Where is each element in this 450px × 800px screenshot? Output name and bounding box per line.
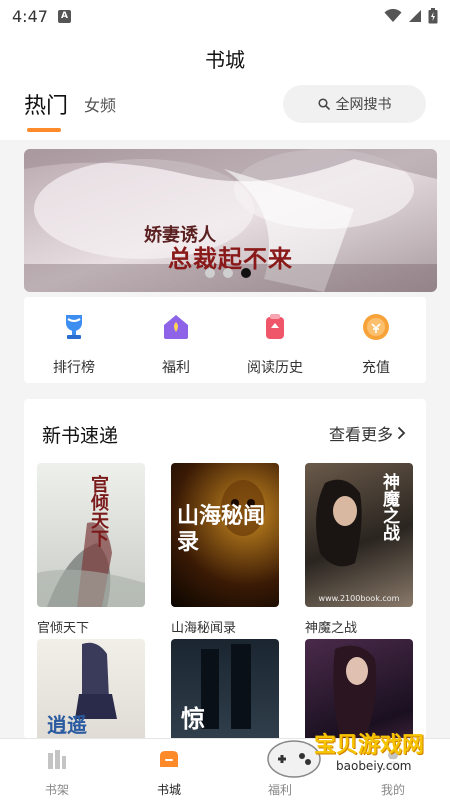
watermark-url: baobeiy.com xyxy=(330,759,418,773)
tab-bookstore[interactable]: 书城 xyxy=(134,747,204,798)
book-title: 神魔之战 xyxy=(305,621,358,636)
battery-icon xyxy=(428,8,438,24)
tab-label: 书架 xyxy=(44,783,69,797)
watermark: 宝贝游戏网 baobeiy.com xyxy=(266,727,446,783)
quick-link-welfare[interactable]: 福利 xyxy=(131,311,221,377)
header: 书城 热门 女频 全网搜书 xyxy=(0,32,450,140)
book-card[interactable]: 逍遥 xyxy=(37,639,145,739)
status-time: 4:47 xyxy=(12,6,48,26)
status-icons xyxy=(384,8,438,24)
tab-hot[interactable]: 热门 xyxy=(24,88,68,120)
book-card[interactable]: 惊 xyxy=(171,639,279,739)
history-icon xyxy=(266,314,284,339)
quick-link-recharge[interactable]: 充值 xyxy=(331,311,421,377)
tab-female[interactable]: 女频 xyxy=(84,92,116,116)
quick-link-history[interactable]: 阅读历史 xyxy=(230,311,320,377)
wifi-icon xyxy=(384,9,402,22)
book-cover: 神魔之战 www.2100book.com xyxy=(305,463,413,607)
coin-icon xyxy=(363,314,389,340)
tab-label: 我的 xyxy=(380,783,405,797)
bookshelf-icon xyxy=(48,750,66,769)
new-books-section: 新书速递 查看更多 官倾天下 官倾天下 山海秘闻录 山海秘闻录 神魔之战 www… xyxy=(24,399,426,739)
book-cover-title: 官倾天下 xyxy=(88,475,109,547)
view-more-link[interactable]: 查看更多 xyxy=(329,421,406,445)
book-cover: 惊 xyxy=(171,639,279,739)
book-card[interactable]: 山海秘闻录 山海秘闻录 xyxy=(171,463,279,636)
section-title: 新书速递 xyxy=(42,425,119,447)
tab-label: 书城 xyxy=(156,783,181,797)
book-cover-title: 逍遥 xyxy=(47,713,87,737)
carousel-dot[interactable] xyxy=(223,268,233,278)
quick-link-ranking[interactable]: 排行榜 xyxy=(29,311,119,377)
book-cover-title: 山海秘闻录 xyxy=(177,503,266,555)
tab-active-indicator xyxy=(27,128,61,132)
watermark-text: 宝贝游戏网 xyxy=(314,733,425,758)
search-icon xyxy=(317,98,330,110)
gift-house-icon xyxy=(164,315,188,339)
book-cover-site: www.2100book.com xyxy=(318,594,400,603)
quick-link-label: 排行榜 xyxy=(53,360,95,376)
book-cover-title: 神魔之战 xyxy=(379,473,399,541)
tab-label: 福利 xyxy=(267,783,292,797)
book-card[interactable] xyxy=(305,639,413,739)
carousel-dot[interactable] xyxy=(205,268,215,278)
book-title: 官倾天下 xyxy=(37,621,90,636)
carousel-dots xyxy=(205,268,251,278)
quick-link-label: 充值 xyxy=(362,360,390,376)
search-label: 全网搜书 xyxy=(335,97,392,113)
chevron-right-icon xyxy=(397,426,406,440)
notification-a-icon: A xyxy=(57,9,71,23)
book-cover-title: 惊 xyxy=(181,704,205,733)
carousel-dot-active[interactable] xyxy=(241,268,251,278)
page-title: 书城 xyxy=(205,48,245,72)
quick-links: 排行榜 福利 阅读历史 充值 xyxy=(24,297,426,383)
tab-bookshelf[interactable]: 书架 xyxy=(22,747,92,798)
search-button[interactable]: 全网搜书 xyxy=(283,85,426,123)
book-card[interactable]: 官倾天下 官倾天下 xyxy=(37,463,145,636)
book-cover: 山海秘闻录 xyxy=(171,463,279,607)
signal-icon xyxy=(409,10,421,22)
book-cover xyxy=(305,639,413,739)
trophy-icon xyxy=(66,315,82,339)
book-title: 山海秘闻录 xyxy=(171,621,237,636)
bookstore-icon xyxy=(160,751,178,767)
book-cover: 官倾天下 xyxy=(37,463,145,607)
status-bar: 4:47 A xyxy=(0,0,450,32)
view-more-label: 查看更多 xyxy=(328,425,393,444)
book-cover: 逍遥 xyxy=(37,639,145,739)
book-card[interactable]: 神魔之战 www.2100book.com 神魔之战 xyxy=(305,463,413,636)
quick-link-label: 阅读历史 xyxy=(247,360,303,376)
quick-link-label: 福利 xyxy=(162,360,190,376)
